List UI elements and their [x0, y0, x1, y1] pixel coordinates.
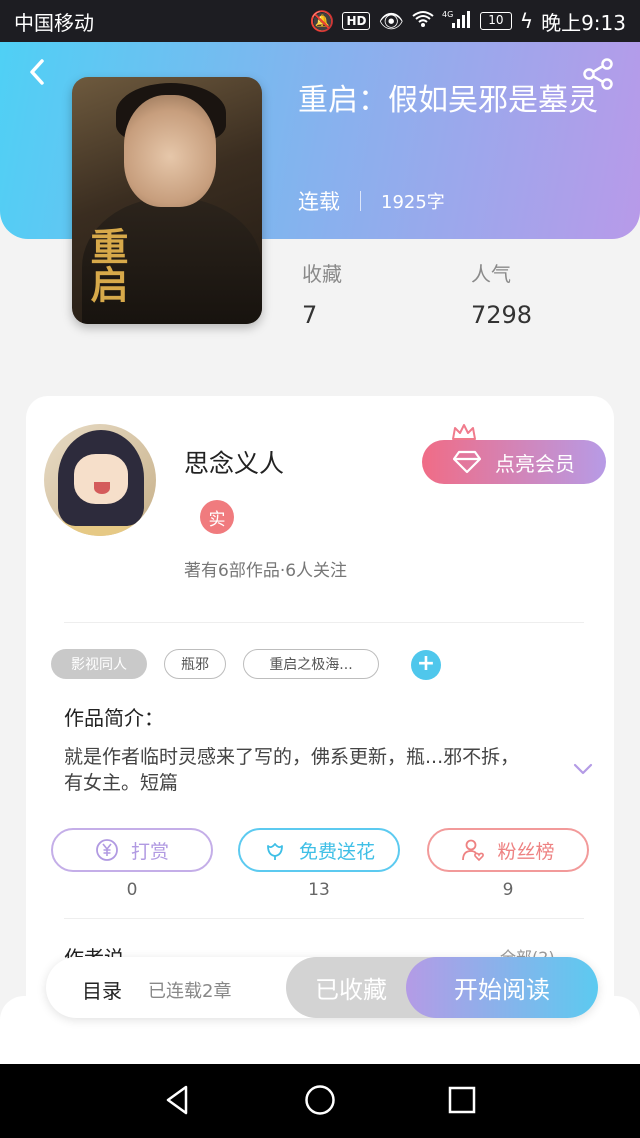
hd-icon: HD [342, 12, 371, 30]
stat-value: 7 [302, 301, 318, 329]
send-flower-label: 免费送花 [298, 840, 375, 863]
author-avatar[interactable] [44, 424, 156, 536]
wifi-icon [412, 9, 434, 33]
book-meta: 连载 1925字 [298, 186, 445, 216]
send-flower-button[interactable]: 免费送花 [238, 828, 400, 872]
intro-text: 就是作者临时灵感来了写的，佛系更新，瓶...邪不拆，有女主。短篇 [64, 746, 520, 794]
tip-count: 0 [126, 880, 138, 900]
tag-item[interactable]: 重启之极海... [243, 649, 379, 679]
crown-icon [452, 424, 476, 440]
back-button[interactable] [22, 56, 54, 88]
cover-seal: 重启 [84, 227, 129, 303]
start-reading-label: 开始阅读 [454, 976, 550, 1004]
network-type-label: 4G [442, 10, 453, 19]
recents-square-icon[interactable] [444, 1082, 480, 1118]
stat-favorites: 收藏 7 [302, 258, 342, 329]
mute-icon: 🔕 [309, 9, 335, 33]
back-triangle-icon[interactable] [160, 1082, 196, 1118]
real-name-badge: 实 [200, 500, 234, 534]
fan-ranking-label: 粉丝榜 [497, 840, 555, 863]
clock: 晚上9:13 [541, 10, 626, 35]
carrier-label: 中国移动 [14, 10, 94, 35]
user-heart-icon [462, 839, 485, 862]
yuan-icon [96, 839, 118, 861]
vip-button-label: 点亮会员 [495, 451, 575, 476]
author-info: 著有6部作品·6人关注 [184, 561, 348, 581]
eye-icon: 👁 [378, 9, 404, 33]
fan-ranking-button[interactable]: 粉丝榜 [427, 828, 589, 872]
stat-label: 收藏 [302, 262, 342, 286]
add-tag-button[interactable]: + [411, 650, 441, 680]
divider [64, 918, 584, 919]
diamond-icon [453, 450, 481, 474]
book-title: 重启：假如吴邪是墓灵 [298, 83, 598, 118]
tag-item[interactable]: 瓶邪 [164, 649, 226, 679]
chevron-down-icon[interactable] [572, 758, 594, 780]
stat-value: 7298 [471, 301, 533, 329]
tip-label: 打赏 [130, 840, 169, 863]
signal-icon: 4G [442, 9, 472, 34]
chevron-left-icon [30, 59, 44, 85]
stat-popularity: 人气 7298 [471, 258, 532, 329]
book-cover[interactable]: 重启 [72, 77, 262, 324]
tip-button[interactable]: 打赏 [51, 828, 213, 872]
battery-icon: 10 [479, 12, 512, 30]
status-bar: 中国移动 🔕 HD 👁 4G 10 ϟ 晚上9:13 [0, 0, 640, 42]
favorited-label: 已收藏 [315, 976, 387, 1004]
fan-count: 9 [502, 880, 514, 900]
vip-button[interactable]: 点亮会员 [422, 440, 606, 484]
book-status: 连载 [298, 190, 340, 214]
divider [64, 622, 584, 623]
battery-level: 10 [488, 13, 504, 27]
start-reading-button[interactable]: 开始阅读 [406, 957, 598, 1018]
meta-divider [360, 191, 361, 211]
plus-icon: + [416, 651, 436, 676]
author-name[interactable]: 思念义人 [184, 444, 284, 480]
word-count: 1925字 [381, 192, 445, 213]
charging-icon: ϟ [519, 9, 534, 33]
intro-title: 作品简介： [64, 706, 164, 730]
toc-button[interactable]: 目录 [82, 975, 122, 1004]
flower-icon [267, 843, 283, 860]
flower-count: 13 [308, 880, 330, 900]
stat-label: 人气 [471, 262, 511, 286]
chapter-count: 已连载2章 [148, 981, 232, 1002]
home-circle-icon[interactable] [302, 1082, 338, 1118]
tag-item[interactable]: 影视同人 [51, 649, 147, 679]
